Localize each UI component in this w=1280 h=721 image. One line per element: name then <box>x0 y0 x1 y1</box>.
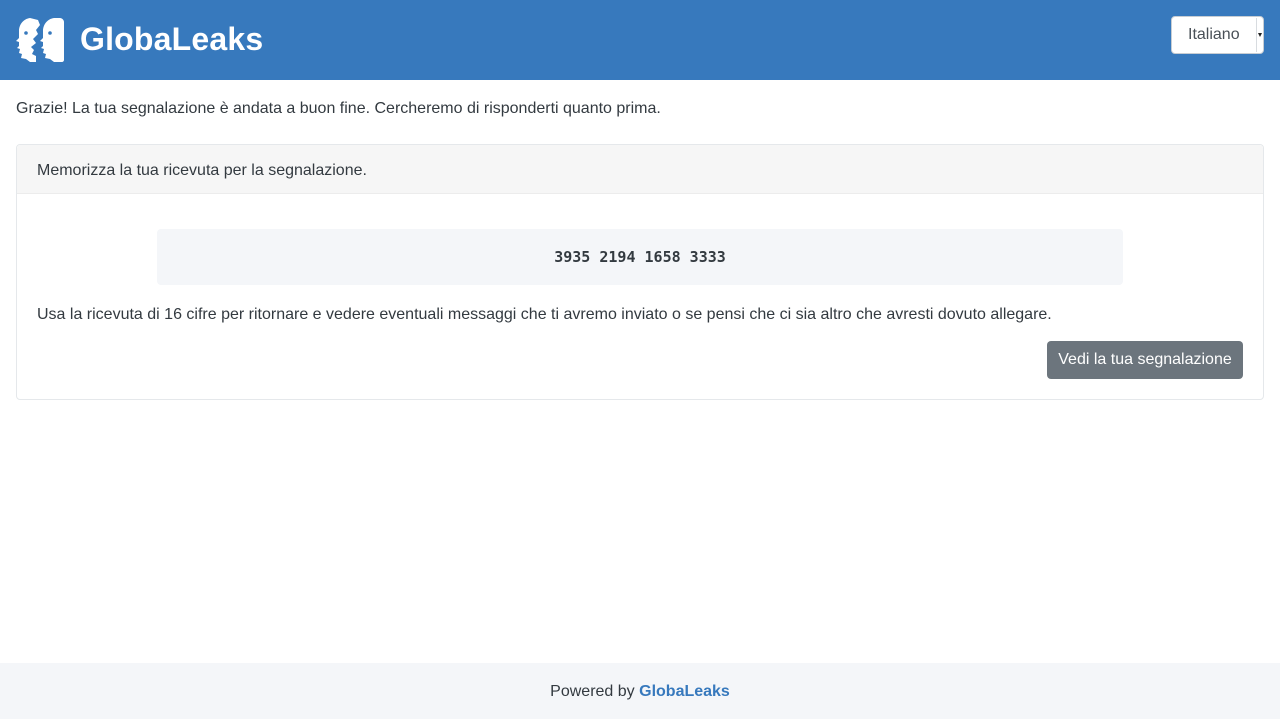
globaleaks-logo-icon[interactable] <box>16 16 64 64</box>
receipt-card-header: Memorizza la tua ricevuta per la segnala… <box>17 145 1263 194</box>
success-message: Grazie! La tua segnalazione è andata a b… <box>16 100 661 117</box>
view-report-button[interactable]: Vedi la tua segnalazione <box>1047 341 1243 379</box>
app-title[interactable]: GlobaLeaks <box>80 19 263 59</box>
top-header: GlobaLeaks Italiano <box>0 0 1280 80</box>
language-select[interactable]: Italiano <box>1171 16 1264 54</box>
receipt-card: Memorizza la tua ricevuta per la segnala… <box>16 144 1264 400</box>
receipt-code: 3935 2194 1658 3333 <box>554 248 726 266</box>
language-selected-value: Italiano <box>1188 26 1240 43</box>
footer-text: Powered by GlobaLeaks <box>0 663 1280 721</box>
receipt-help-text: Usa la ricevuta di 16 cifre per ritornar… <box>37 306 1052 323</box>
footer: Powered by GlobaLeaks <box>0 663 1280 719</box>
receipt-code-box: 3935 2194 1658 3333 <box>157 229 1123 285</box>
powered-by-label: Powered by <box>550 683 635 700</box>
dropdown-arrow-icon[interactable] <box>1256 18 1263 52</box>
globaleaks-footer-link[interactable]: GlobaLeaks <box>639 683 730 700</box>
receipt-card-title: Memorizza la tua ricevuta per la segnala… <box>37 162 367 179</box>
